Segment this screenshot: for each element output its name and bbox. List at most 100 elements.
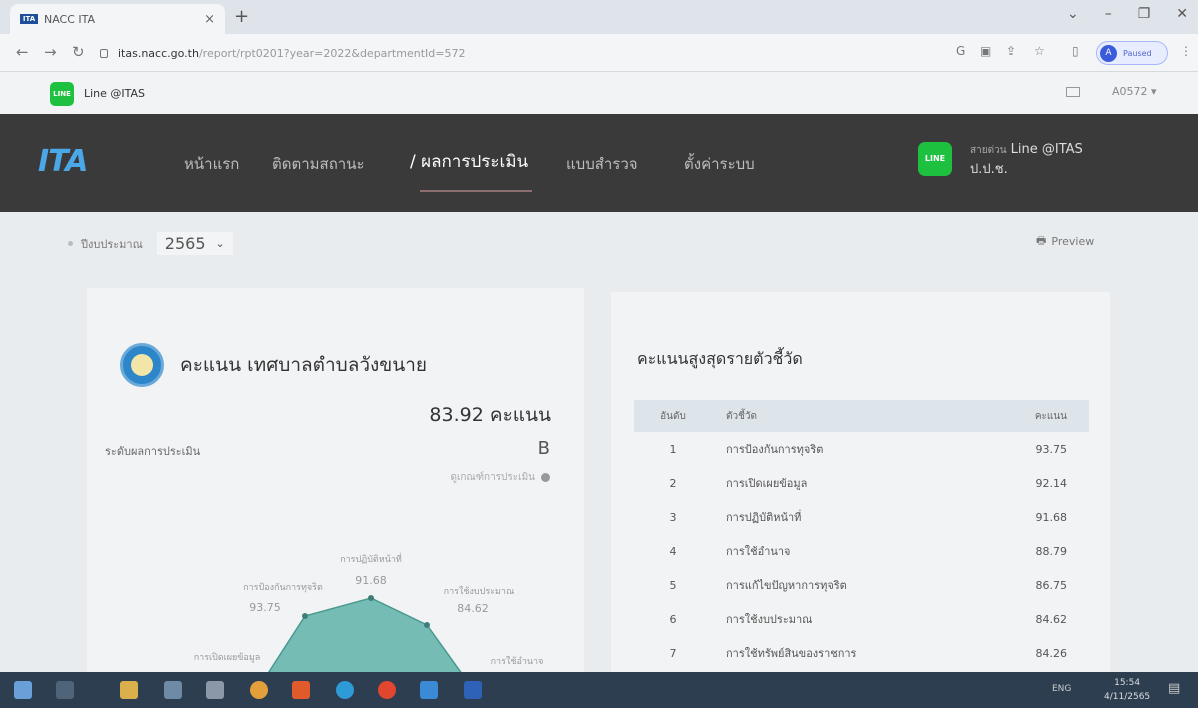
table-row: 6 การใช้งบประมาณ 84.62 [634, 602, 1089, 636]
sidebar-icon[interactable]: ▯ [1072, 44, 1079, 58]
line-link[interactable]: Line @ITAS [84, 87, 145, 100]
url-field[interactable]: itas.nacc.go.th /report/rpt0201?year=202… [100, 42, 860, 64]
ranking-table: อันดับ ตัวชี้วัด คะแนน 1 การป้องกันการทุ… [634, 400, 1089, 670]
score-cell: 86.75 [1035, 578, 1068, 592]
radar-point [302, 613, 308, 619]
window-controls: ⌄ – ❐ ✕ [1067, 6, 1188, 22]
radar-label: การเปิดเผยข้อมูล [194, 652, 261, 663]
indicator-cell: การใช้อำนาจ [726, 545, 791, 558]
indicator-cell: การป้องกันการทุจริต [726, 443, 824, 456]
browser-tabstrip: ITA NACC ITA × + ⌄ – ❐ ✕ [0, 0, 1198, 34]
score-cell: 93.75 [1035, 442, 1068, 456]
radar-point [368, 595, 374, 601]
indicator-cell: การใช้งบประมาณ [726, 613, 813, 626]
chrome-icon[interactable] [250, 681, 268, 699]
nav-home[interactable]: หน้าแรก [184, 152, 239, 176]
browser-tab[interactable]: ITA NACC ITA × [10, 4, 225, 34]
address-bar-row: ← → ↻ itas.nacc.go.th /report/rpt0201?ye… [0, 34, 1198, 72]
radar-chart: การปฏิบัติหน้าที่ 91.68 การป้องกันการทุจ… [194, 552, 543, 678]
nav-settings[interactable]: ตั้งค่าระบบ [684, 152, 755, 176]
bookmark-star-icon[interactable]: ☆ [1034, 44, 1045, 58]
language-indicator[interactable]: ENG [1052, 684, 1071, 694]
score-cell: 84.62 [1035, 612, 1068, 626]
table-row: 3 การปฏิบัติหน้าที่ 91.68 [634, 500, 1089, 534]
task-view-icon[interactable] [56, 681, 74, 699]
table-row: 7 การใช้ทรัพย์สินของราชการ 84.26 [634, 636, 1089, 670]
minimize-icon[interactable]: – [1105, 6, 1112, 22]
clock[interactable]: 15:54 4/11/2565 [1104, 676, 1150, 704]
indicator-cell: การปฏิบัติหน้าที่ [726, 511, 802, 524]
account-menu[interactable]: A0572 ▾ [1112, 85, 1157, 98]
mail-app-icon[interactable] [420, 681, 438, 699]
avatar: A [1100, 44, 1117, 62]
windows-taskbar: ENG 15:54 4/11/2565 ▤ [0, 672, 1198, 708]
google-icon[interactable]: G [956, 44, 965, 58]
clock-time: 15:54 [1114, 678, 1141, 688]
radar-label: การปฏิบัติหน้าที่ [340, 552, 402, 565]
store-icon[interactable] [164, 681, 182, 699]
total-score: 83.92 คะแนน [429, 404, 551, 426]
hotline-name: Line @ITAS [1010, 142, 1083, 157]
notification-icon[interactable]: ▤ [1168, 681, 1180, 696]
criteria-link[interactable]: ดูเกณฑ์การประเมิน [450, 470, 550, 485]
year-value: 2565 [164, 234, 206, 253]
score-cell: 92.14 [1035, 476, 1068, 490]
new-tab-icon[interactable]: + [234, 6, 249, 27]
preview-button[interactable]: 🖶 Preview [1036, 232, 1094, 251]
opera-icon[interactable] [378, 681, 396, 699]
radar-label: การป้องกันการทุจริต [243, 582, 323, 593]
score-cell: 84.26 [1035, 646, 1068, 660]
line-icon[interactable]: LINE [918, 142, 952, 176]
url-host: itas.nacc.go.th [118, 46, 199, 60]
share-icon[interactable]: ⇪ [1006, 44, 1016, 58]
year-select[interactable]: 2565 ⌄ [156, 232, 233, 255]
table-header: อันดับ ตัวชี้วัด คะแนน [634, 400, 1089, 432]
line-icon[interactable]: LINE [50, 82, 74, 106]
hotline-info: สายด่วน Line @ITAS ป.ป.ช. [970, 140, 1083, 179]
forward-icon[interactable]: → [44, 43, 57, 61]
tab-search-icon[interactable]: ⌄ [1067, 6, 1079, 22]
lock-icon [100, 48, 108, 58]
criteria-label: ดูเกณฑ์การประเมิน [450, 472, 535, 483]
profile-status: Paused [1123, 48, 1152, 58]
reload-icon[interactable]: ↻ [72, 43, 85, 61]
windows-start-icon[interactable] [14, 681, 32, 699]
col-rank: อันดับ [660, 410, 686, 422]
back-icon[interactable]: ← [16, 43, 29, 61]
rank-cell: 4 [669, 544, 677, 558]
close-window-icon[interactable]: ✕ [1176, 6, 1188, 22]
word-icon[interactable] [464, 681, 482, 699]
ita-logo[interactable]: ITA [38, 144, 89, 179]
nav-survey[interactable]: แบบสำรวจ [566, 152, 638, 176]
rank-cell: 1 [669, 442, 677, 456]
mail-icon[interactable] [1066, 87, 1080, 97]
edge-icon[interactable] [336, 681, 354, 699]
col-score: คะแนน [1034, 410, 1067, 422]
radar-value: 91.68 [355, 574, 387, 587]
indicator-cell: การเปิดเผยข้อมูล [726, 477, 808, 490]
restore-icon[interactable]: ❐ [1138, 6, 1151, 22]
table-row: 4 การใช้อำนาจ 88.79 [634, 534, 1089, 568]
close-tab-icon[interactable]: × [204, 12, 215, 27]
table-row: 2 การเปิดเผยข้อมูล 92.14 [634, 466, 1089, 500]
menu-kebab-icon[interactable]: ⋮ [1180, 44, 1192, 58]
chevron-down-icon: ⌄ [215, 237, 225, 250]
nav-results[interactable]: / ผลการประเมิน [410, 148, 528, 175]
col-indicator: ตัวชี้วัด [726, 410, 758, 422]
translate-icon[interactable]: ▣ [980, 44, 991, 58]
hotline-org: ป.ป.ช. [970, 162, 1008, 177]
score-cell: 88.79 [1035, 544, 1068, 558]
radar-label: การใช้งบประมาณ [444, 586, 515, 597]
rank-cell: 7 [669, 646, 677, 660]
clock-date: 4/11/2565 [1104, 692, 1151, 702]
level-value: B [537, 438, 550, 459]
office-icon[interactable] [292, 681, 310, 699]
indicator-cell: การแก้ไขปัญหาการทุจริต [726, 579, 847, 592]
indicator-cell: การใช้ทรัพย์สินของราชการ [726, 647, 857, 660]
settings-gear-icon[interactable] [206, 681, 224, 699]
file-explorer-icon[interactable] [120, 681, 138, 699]
rank-cell: 2 [669, 476, 677, 490]
radar-value: 93.75 [249, 601, 281, 614]
nav-status[interactable]: ติดตามสถานะ [272, 152, 365, 176]
profile-button[interactable]: A Paused [1096, 41, 1168, 65]
